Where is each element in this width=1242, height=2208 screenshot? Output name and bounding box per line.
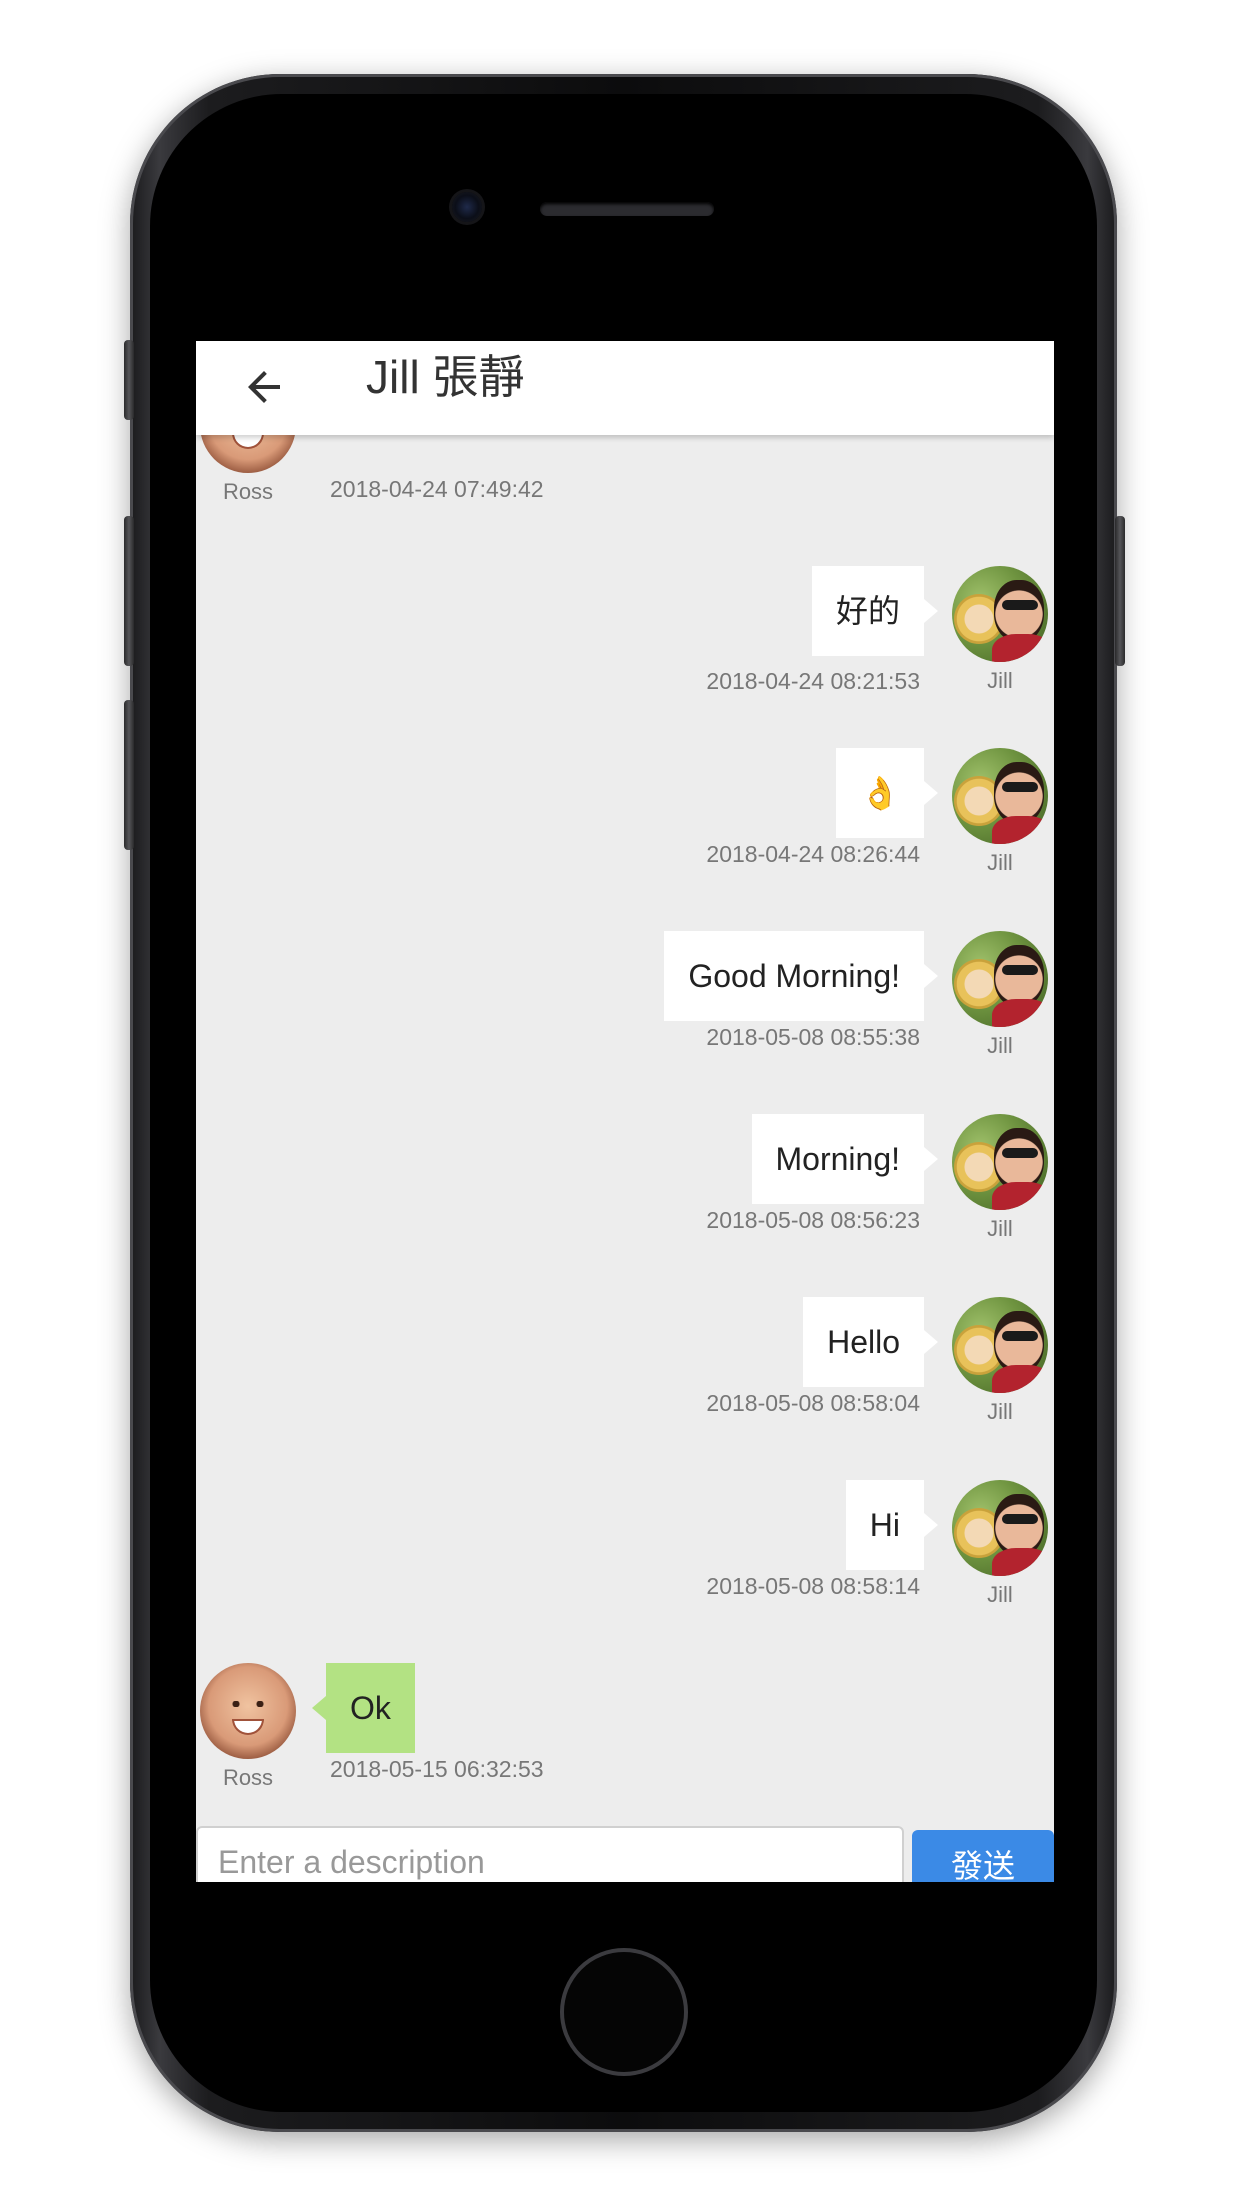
message-bubble[interactable]: Hi [845, 1480, 939, 1570]
sender-avatar[interactable]: Jill [950, 1114, 1050, 1242]
earpiece-speaker [540, 202, 714, 216]
message-item: Hi Jill 2018-05-08 08:58:14 [196, 1480, 1054, 1610]
message-timestamp: 2018-05-08 08:55:38 [706, 1024, 920, 1050]
mute-switch [124, 340, 134, 420]
message-bubble[interactable]: Hello [803, 1297, 938, 1387]
avatar [952, 566, 1048, 662]
message-list[interactable]: Ross 2018-04-24 07:49:42 好的 Jill 2018-04… [196, 341, 1054, 1882]
avatar [952, 1114, 1048, 1210]
avatar [952, 1297, 1048, 1393]
avatar [952, 748, 1048, 844]
sender-avatar[interactable]: Ross [198, 1663, 298, 1791]
message-bubble[interactable]: Good Morning! [664, 931, 938, 1021]
sender-avatar[interactable]: Jill [950, 1297, 1050, 1425]
page-title: Jill 張靜 [366, 351, 525, 403]
app-bar: Jill 張靜 [196, 341, 1054, 435]
description-input[interactable] [196, 1826, 904, 1882]
message-bubble[interactable]: 好的 [811, 566, 939, 656]
sender-name: Jill [987, 1216, 1013, 1241]
message-timestamp: 2018-05-08 08:58:04 [706, 1390, 920, 1416]
message-item: 好的 Jill 2018-04-24 08:21:53 [196, 566, 1054, 696]
power-button [1115, 516, 1125, 666]
message-item: 👌 Jill 2018-04-24 08:26:44 [196, 748, 1054, 878]
message-item: Good Morning! Jill 2018-05-08 08:55:38 [196, 931, 1054, 1061]
volume-down-button [124, 700, 134, 850]
composer: 發送 [196, 1826, 1054, 1882]
avatar [952, 931, 1048, 1027]
sender-avatar[interactable]: Jill [950, 1480, 1050, 1608]
message-timestamp: 2018-04-24 07:49:42 [330, 476, 544, 502]
message-item: Morning! Jill 2018-05-08 08:56:23 [196, 1114, 1054, 1244]
message-bubble[interactable]: Morning! [751, 1114, 938, 1204]
message-bubble[interactable]: Ok [312, 1663, 415, 1753]
chat-screen: Ross 2018-04-24 07:49:42 好的 Jill 2018-04… [196, 341, 1054, 1882]
message-item: Ross Ok 2018-05-15 06:32:53 [196, 1663, 1054, 1793]
send-button[interactable]: 發送 [912, 1830, 1054, 1882]
message-bubble[interactable]: 👌 [836, 748, 938, 838]
sender-avatar[interactable]: Jill [950, 931, 1050, 1059]
avatar [200, 1663, 296, 1759]
message-timestamp: 2018-05-08 08:58:14 [706, 1573, 920, 1599]
avatar [952, 1480, 1048, 1576]
sender-name: Jill [987, 668, 1013, 693]
arrow-left-icon[interactable] [240, 363, 288, 411]
volume-up-button [124, 516, 134, 666]
message-timestamp: 2018-05-15 06:32:53 [330, 1756, 544, 1782]
message-timestamp: 2018-05-08 08:56:23 [706, 1207, 920, 1233]
message-item: Hello Jill 2018-05-08 08:58:04 [196, 1297, 1054, 1427]
sender-name: Ross [222, 479, 274, 504]
sender-name: Jill [987, 850, 1013, 875]
sender-avatar[interactable]: Jill [950, 566, 1050, 694]
ok-hand-emoji: 👌 [860, 775, 900, 811]
message-timestamp: 2018-04-24 08:21:53 [706, 668, 920, 694]
home-button[interactable] [560, 1948, 688, 2076]
front-camera [452, 192, 482, 222]
sender-avatar[interactable]: Jill [950, 748, 1050, 876]
sender-name: Jill [987, 1399, 1013, 1424]
sender-name: Ross [222, 1765, 274, 1790]
sender-name: Jill [987, 1582, 1013, 1607]
sender-name: Jill [987, 1033, 1013, 1058]
message-timestamp: 2018-04-24 08:26:44 [706, 841, 920, 867]
